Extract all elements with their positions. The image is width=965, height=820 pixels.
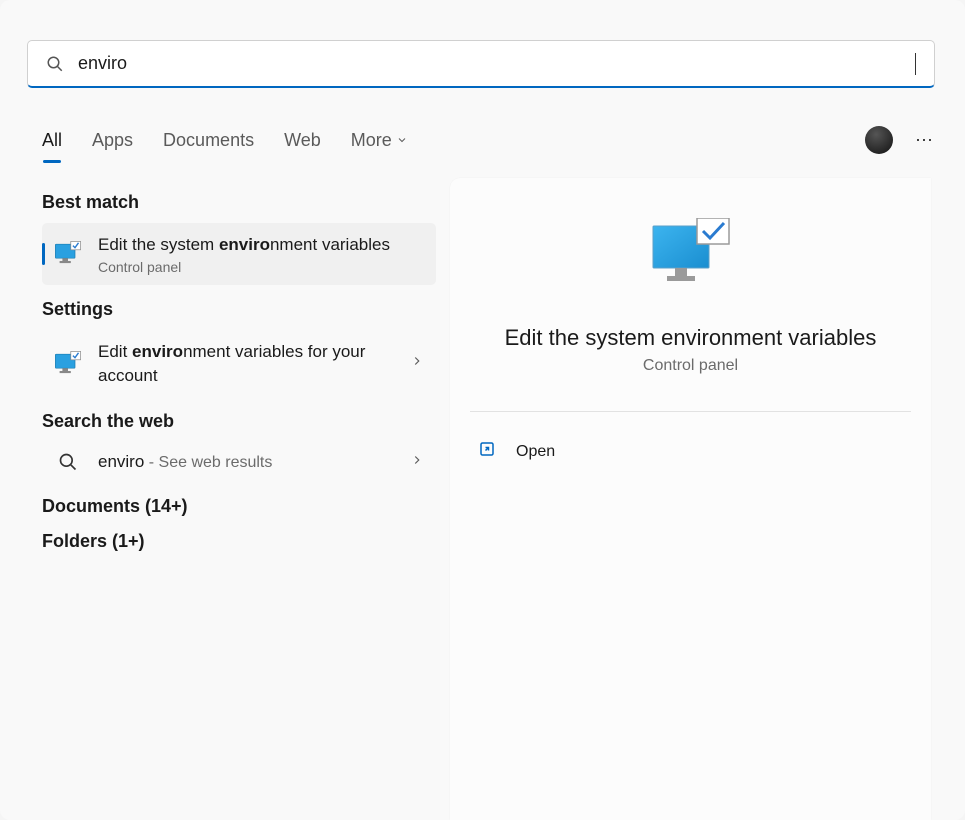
content-area: Best match Edit the system environment v… [0,178,965,820]
monitor-check-icon [54,351,82,377]
result-text: Edit environment variables for your acco… [98,340,394,388]
tab-web[interactable]: Web [284,130,321,151]
user-avatar[interactable] [865,126,893,154]
title-match: enviro [219,235,270,254]
section-settings: Settings [42,299,436,320]
tab-documents[interactable]: Documents [163,130,254,151]
result-text: Edit the system environment variables Co… [98,233,424,275]
search-icon [46,55,64,73]
preview-subtitle: Control panel [470,357,911,375]
tab-more[interactable]: More [351,130,408,151]
section-folders[interactable]: Folders (1+) [42,531,436,552]
tab-more-label: More [351,130,392,151]
section-best-match: Best match [42,192,436,213]
preview-pane: Edit the system environment variables Co… [450,178,931,820]
action-open[interactable]: Open [470,430,911,473]
section-search-web: Search the web [42,411,436,432]
chevron-down-icon [396,130,408,151]
overflow-menu-button[interactable]: ⋯ [915,130,935,151]
preview-title: Edit the system environment variables [470,325,911,351]
preview-app-icon [649,218,733,297]
filter-tabs: All Apps Documents Web More ⋯ [42,120,935,160]
open-external-icon [478,440,496,463]
result-text: enviro - See web results [98,452,394,472]
chevron-right-icon [410,453,424,472]
action-open-label: Open [516,443,555,461]
search-icon [54,452,82,472]
web-suffix: - See web results [144,454,272,471]
monitor-check-icon [54,240,82,268]
tab-all[interactable]: All [42,130,62,151]
result-web-search[interactable]: enviro - See web results [42,442,436,482]
result-subtitle: Control panel [98,259,424,275]
search-input[interactable] [76,52,917,75]
title-pre: Edit [98,342,132,361]
title-match: enviro [132,342,183,361]
title-post: nment variables [270,235,390,254]
web-term: enviro [98,452,144,471]
title-pre: Edit the system [98,235,219,254]
result-settings-env-user[interactable]: Edit environment variables for your acco… [42,330,436,398]
divider [470,411,911,412]
text-cursor [915,53,916,75]
chevron-right-icon [410,354,424,373]
result-best-match[interactable]: Edit the system environment variables Co… [42,223,436,285]
search-window: All Apps Documents Web More ⋯ Best match [0,0,965,820]
results-column: Best match Edit the system environment v… [0,178,450,820]
tab-apps[interactable]: Apps [92,130,133,151]
section-documents[interactable]: Documents (14+) [42,496,436,517]
search-box[interactable] [27,40,935,88]
